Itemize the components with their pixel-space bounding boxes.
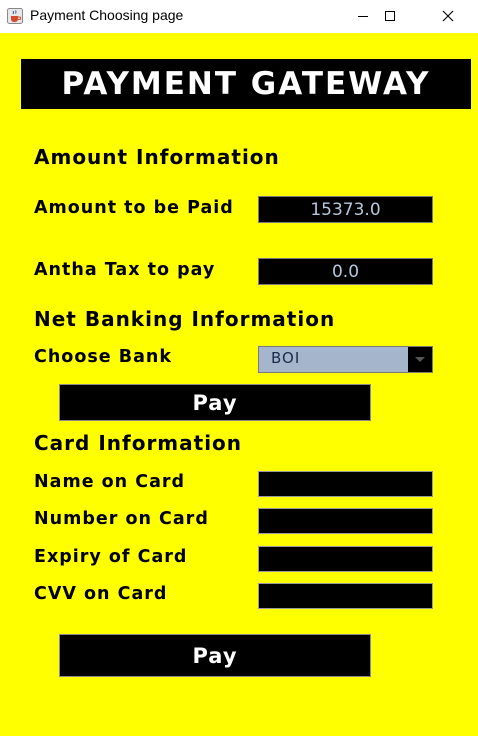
close-icon bbox=[442, 7, 454, 26]
net-banking-pay-label: Pay bbox=[192, 390, 238, 415]
cvv-label: CVV on Card bbox=[34, 584, 168, 604]
tax-value: 0.0 bbox=[331, 261, 360, 282]
chevron-down-icon[interactable] bbox=[408, 347, 432, 372]
card-pay-button[interactable]: Pay bbox=[59, 634, 371, 677]
name-on-card-field[interactable] bbox=[258, 471, 433, 497]
net-banking-heading: Net Banking Information bbox=[34, 307, 336, 331]
amount-section-heading: Amount Information bbox=[34, 145, 280, 169]
cvv-field[interactable] bbox=[258, 583, 433, 609]
amount-label: Amount to be Paid bbox=[34, 198, 234, 218]
name-on-card-label: Name on Card bbox=[34, 472, 186, 492]
payment-window: Payment Choosing page PAYMENT GATEWAY Am… bbox=[0, 0, 478, 736]
card-pay-label: Pay bbox=[192, 643, 238, 668]
amount-value: 15373.0 bbox=[310, 199, 381, 220]
page-banner: PAYMENT GATEWAY bbox=[21, 59, 471, 109]
expiry-field[interactable] bbox=[258, 546, 433, 572]
choose-bank-label: Choose Bank bbox=[34, 347, 172, 367]
maximize-button[interactable] bbox=[367, 0, 413, 33]
number-on-card-field[interactable] bbox=[258, 508, 433, 534]
bank-select[interactable]: BOI bbox=[258, 346, 433, 373]
card-section-heading: Card Information bbox=[34, 431, 243, 455]
maximize-icon bbox=[384, 7, 396, 26]
bank-selected-value: BOI bbox=[271, 349, 301, 367]
page-title: PAYMENT GATEWAY bbox=[61, 66, 431, 102]
amount-field[interactable]: 15373.0 bbox=[258, 196, 433, 223]
tax-field[interactable]: 0.0 bbox=[258, 258, 433, 285]
tax-label: Antha Tax to pay bbox=[34, 260, 216, 280]
number-on-card-label: Number on Card bbox=[34, 509, 209, 529]
net-banking-pay-button[interactable]: Pay bbox=[59, 384, 371, 421]
window-title: Payment Choosing page bbox=[30, 7, 184, 23]
close-button[interactable] bbox=[425, 0, 471, 33]
java-cup-icon bbox=[7, 8, 23, 24]
expiry-label: Expiry of Card bbox=[34, 547, 188, 567]
title-bar: Payment Choosing page bbox=[0, 0, 478, 33]
